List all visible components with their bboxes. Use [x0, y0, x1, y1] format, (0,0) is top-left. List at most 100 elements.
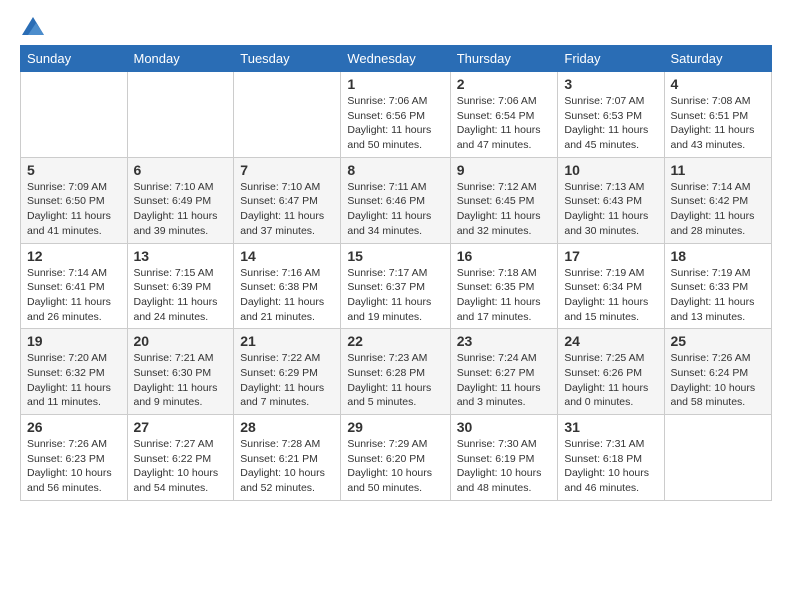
- table-row: 7 Sunrise: 7:10 AM Sunset: 6:47 PM Daylig…: [234, 157, 341, 243]
- table-row: 11Sunrise: 7:14 AM Sunset: 6:42 PM Dayli…: [664, 157, 772, 243]
- day-number: 11: [671, 162, 766, 178]
- day-number: 4: [671, 76, 766, 92]
- day-number: 17: [564, 248, 657, 264]
- day-number: 14: [240, 248, 334, 264]
- day-number: 10: [564, 162, 657, 178]
- header-saturday: Saturday: [664, 46, 772, 72]
- calendar-week-row: 19 Sunrise: 7:20 AM Sunset: 6:32 PM Dayli…: [21, 329, 772, 415]
- day-info: Sunrise: 7:24 AM Sunset: 6:27 PM Dayligh…: [457, 351, 552, 410]
- day-number: 23: [457, 333, 552, 349]
- calendar-week-row: 26Sunrise: 7:26 AM Sunset: 6:23 PM Dayli…: [21, 415, 772, 501]
- table-row: 30 Sunrise: 7:30 AM Sunset: 6:19 PM Dayli…: [450, 415, 558, 501]
- page: Sunday Monday Tuesday Wednesday Thursday…: [0, 0, 792, 521]
- day-number: 25: [671, 333, 766, 349]
- table-row: 15Sunrise: 7:17 AM Sunset: 6:37 PM Dayli…: [341, 243, 450, 329]
- day-number: 8: [347, 162, 443, 178]
- header-thursday: Thursday: [450, 46, 558, 72]
- calendar-week-row: 12Sunrise: 7:14 AM Sunset: 6:41 PM Dayli…: [21, 243, 772, 329]
- table-row: 26Sunrise: 7:26 AM Sunset: 6:23 PM Dayli…: [21, 415, 128, 501]
- table-row: 5 Sunrise: 7:09 AM Sunset: 6:50 PM Daylig…: [21, 157, 128, 243]
- table-row: [664, 415, 772, 501]
- logo: [20, 16, 44, 35]
- table-row: 10 Sunrise: 7:13 AM Sunset: 6:43 PM Dayli…: [558, 157, 664, 243]
- table-row: 28Sunrise: 7:28 AM Sunset: 6:21 PM Dayli…: [234, 415, 341, 501]
- day-number: 29: [347, 419, 443, 435]
- day-info: Sunrise: 7:28 AM Sunset: 6:21 PM Dayligh…: [240, 437, 334, 496]
- day-info: Sunrise: 7:19 AM Sunset: 6:33 PM Dayligh…: [671, 266, 766, 325]
- day-info: Sunrise: 7:08 AM Sunset: 6:51 PM Dayligh…: [671, 94, 766, 153]
- day-number: 30: [457, 419, 552, 435]
- day-number: 3: [564, 76, 657, 92]
- day-number: 9: [457, 162, 552, 178]
- header-monday: Monday: [127, 46, 234, 72]
- header: [20, 16, 772, 35]
- header-friday: Friday: [558, 46, 664, 72]
- table-row: 27 Sunrise: 7:27 AM Sunset: 6:22 PM Dayli…: [127, 415, 234, 501]
- day-info: Sunrise: 7:19 AM Sunset: 6:34 PM Dayligh…: [564, 266, 657, 325]
- day-info: Sunrise: 7:27 AM Sunset: 6:22 PM Dayligh…: [134, 437, 228, 496]
- day-info: Sunrise: 7:10 AM Sunset: 6:49 PM Dayligh…: [134, 180, 228, 239]
- day-info: Sunrise: 7:14 AM Sunset: 6:41 PM Dayligh…: [27, 266, 121, 325]
- day-info: Sunrise: 7:29 AM Sunset: 6:20 PM Dayligh…: [347, 437, 443, 496]
- day-info: Sunrise: 7:06 AM Sunset: 6:56 PM Dayligh…: [347, 94, 443, 153]
- table-row: 25 Sunrise: 7:26 AM Sunset: 6:24 PM Dayli…: [664, 329, 772, 415]
- day-info: Sunrise: 7:13 AM Sunset: 6:43 PM Dayligh…: [564, 180, 657, 239]
- day-number: 2: [457, 76, 552, 92]
- day-info: Sunrise: 7:09 AM Sunset: 6:50 PM Dayligh…: [27, 180, 121, 239]
- table-row: 4 Sunrise: 7:08 AM Sunset: 6:51 PM Daylig…: [664, 72, 772, 158]
- table-row: 6 Sunrise: 7:10 AM Sunset: 6:49 PM Daylig…: [127, 157, 234, 243]
- day-info: Sunrise: 7:12 AM Sunset: 6:45 PM Dayligh…: [457, 180, 552, 239]
- calendar-week-row: 1 Sunrise: 7:06 AM Sunset: 6:56 PM Daylig…: [21, 72, 772, 158]
- table-row: 13Sunrise: 7:15 AM Sunset: 6:39 PM Dayli…: [127, 243, 234, 329]
- table-row: 17 Sunrise: 7:19 AM Sunset: 6:34 PM Dayli…: [558, 243, 664, 329]
- day-info: Sunrise: 7:22 AM Sunset: 6:29 PM Dayligh…: [240, 351, 334, 410]
- day-number: 7: [240, 162, 334, 178]
- day-number: 22: [347, 333, 443, 349]
- table-row: 19 Sunrise: 7:20 AM Sunset: 6:32 PM Dayli…: [21, 329, 128, 415]
- table-row: [21, 72, 128, 158]
- day-number: 1: [347, 76, 443, 92]
- header-wednesday: Wednesday: [341, 46, 450, 72]
- day-info: Sunrise: 7:23 AM Sunset: 6:28 PM Dayligh…: [347, 351, 443, 410]
- day-info: Sunrise: 7:31 AM Sunset: 6:18 PM Dayligh…: [564, 437, 657, 496]
- table-row: 23 Sunrise: 7:24 AM Sunset: 6:27 PM Dayli…: [450, 329, 558, 415]
- day-number: 21: [240, 333, 334, 349]
- day-info: Sunrise: 7:06 AM Sunset: 6:54 PM Dayligh…: [457, 94, 552, 153]
- table-row: 3Sunrise: 7:07 AM Sunset: 6:53 PM Daylig…: [558, 72, 664, 158]
- table-row: 22 Sunrise: 7:23 AM Sunset: 6:28 PM Dayli…: [341, 329, 450, 415]
- table-row: 14 Sunrise: 7:16 AM Sunset: 6:38 PM Dayli…: [234, 243, 341, 329]
- table-row: 31 Sunrise: 7:31 AM Sunset: 6:18 PM Dayli…: [558, 415, 664, 501]
- day-info: Sunrise: 7:17 AM Sunset: 6:37 PM Dayligh…: [347, 266, 443, 325]
- table-row: 1 Sunrise: 7:06 AM Sunset: 6:56 PM Daylig…: [341, 72, 450, 158]
- table-row: 2 Sunrise: 7:06 AM Sunset: 6:54 PM Daylig…: [450, 72, 558, 158]
- day-info: Sunrise: 7:16 AM Sunset: 6:38 PM Dayligh…: [240, 266, 334, 325]
- day-info: Sunrise: 7:30 AM Sunset: 6:19 PM Dayligh…: [457, 437, 552, 496]
- day-info: Sunrise: 7:18 AM Sunset: 6:35 PM Dayligh…: [457, 266, 552, 325]
- day-number: 27: [134, 419, 228, 435]
- day-number: 19: [27, 333, 121, 349]
- day-info: Sunrise: 7:10 AM Sunset: 6:47 PM Dayligh…: [240, 180, 334, 239]
- header-sunday: Sunday: [21, 46, 128, 72]
- day-info: Sunrise: 7:20 AM Sunset: 6:32 PM Dayligh…: [27, 351, 121, 410]
- day-number: 16: [457, 248, 552, 264]
- logo-icon: [22, 17, 44, 35]
- table-row: 29 Sunrise: 7:29 AM Sunset: 6:20 PM Dayli…: [341, 415, 450, 501]
- day-info: Sunrise: 7:15 AM Sunset: 6:39 PM Dayligh…: [134, 266, 228, 325]
- table-row: 18 Sunrise: 7:19 AM Sunset: 6:33 PM Dayli…: [664, 243, 772, 329]
- table-row: [234, 72, 341, 158]
- table-row: 21 Sunrise: 7:22 AM Sunset: 6:29 PM Dayli…: [234, 329, 341, 415]
- day-number: 18: [671, 248, 766, 264]
- table-row: [127, 72, 234, 158]
- weekday-header-row: Sunday Monday Tuesday Wednesday Thursday…: [21, 46, 772, 72]
- table-row: 20Sunrise: 7:21 AM Sunset: 6:30 PM Dayli…: [127, 329, 234, 415]
- table-row: 24Sunrise: 7:25 AM Sunset: 6:26 PM Dayli…: [558, 329, 664, 415]
- day-number: 20: [134, 333, 228, 349]
- calendar-week-row: 5 Sunrise: 7:09 AM Sunset: 6:50 PM Daylig…: [21, 157, 772, 243]
- day-info: Sunrise: 7:11 AM Sunset: 6:46 PM Dayligh…: [347, 180, 443, 239]
- day-info: Sunrise: 7:26 AM Sunset: 6:24 PM Dayligh…: [671, 351, 766, 410]
- day-number: 5: [27, 162, 121, 178]
- table-row: 12Sunrise: 7:14 AM Sunset: 6:41 PM Dayli…: [21, 243, 128, 329]
- day-info: Sunrise: 7:26 AM Sunset: 6:23 PM Dayligh…: [27, 437, 121, 496]
- day-number: 6: [134, 162, 228, 178]
- day-number: 31: [564, 419, 657, 435]
